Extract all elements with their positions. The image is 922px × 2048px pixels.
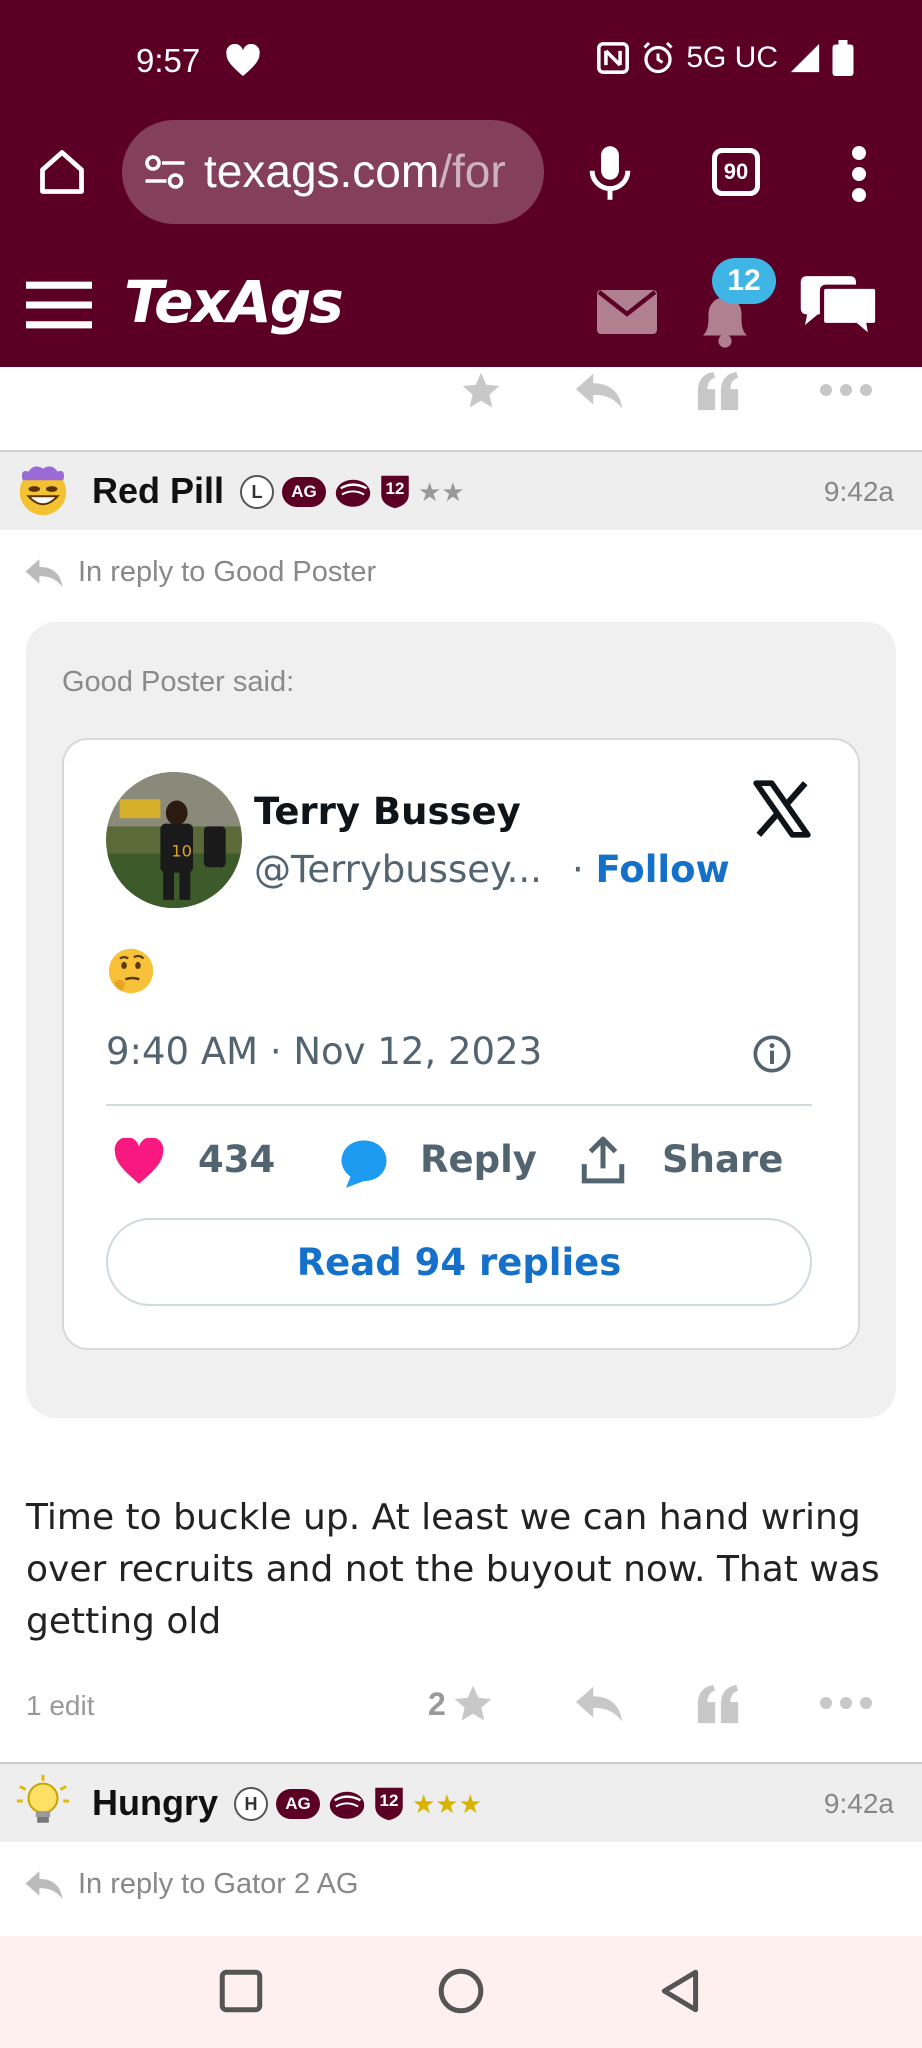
chat-icon[interactable] [796, 274, 882, 342]
reply-to[interactable]: In reply to Gator 2 AG [24, 1868, 358, 1901]
heart-icon[interactable] [112, 1138, 166, 1186]
follow-separator: · [572, 848, 584, 891]
thinking-face-emoji [108, 948, 154, 994]
status-time: 9:57 [136, 42, 201, 79]
read-replies-button[interactable]: Read 94 replies [106, 1218, 812, 1306]
reply-to-text[interactable]: In reply to Good Poster [78, 556, 376, 589]
x-logo-icon[interactable] [750, 778, 814, 840]
speech-bubble-icon[interactable] [336, 1136, 392, 1190]
url-path: /for [439, 145, 506, 197]
rating-stars: ★★ [418, 476, 465, 507]
url-host: texags.com [204, 145, 440, 197]
badge-ag: AG [282, 477, 326, 507]
nfc-icon [597, 42, 630, 74]
recents-icon[interactable] [216, 1966, 266, 2016]
badge-twelve-label: 12 [379, 1791, 399, 1810]
reply-arrow-icon[interactable] [574, 1684, 624, 1724]
more-vert-icon[interactable] [848, 146, 870, 202]
post-time[interactable]: 9:42a [824, 476, 894, 508]
follow-button[interactable]: Follow [596, 848, 730, 891]
star-button[interactable]: 2 [428, 1682, 496, 1726]
status-icons: 5G UC [596, 40, 854, 76]
star-count: 2 [428, 1685, 446, 1722]
network-label: 5G UC [686, 41, 778, 74]
home-circle-icon[interactable] [436, 1966, 486, 2016]
post-header: Red Pill L AG 12 ★★ 9:42a [0, 452, 922, 530]
badge-letter: L [240, 475, 274, 509]
top-chrome: 9:57 5G UC texags.com/for 90 TexAgs 12 [0, 0, 922, 367]
more-horiz-icon[interactable] [820, 1696, 872, 1710]
site-logo[interactable]: TexAgs [124, 268, 344, 336]
url-bar[interactable]: texags.com/for [122, 120, 544, 224]
mic-icon[interactable] [586, 144, 634, 202]
tweet-author-name[interactable]: Terry Bussey [254, 790, 521, 833]
share-icon[interactable] [578, 1134, 628, 1186]
reply-arrow-icon[interactable] [574, 371, 624, 411]
post-time[interactable]: 9:42a [824, 1788, 894, 1820]
quote-label: Good Poster said: [62, 666, 295, 698]
status-bar: 9:57 5G UC [0, 0, 922, 125]
star-icon[interactable] [458, 369, 504, 413]
badge-twelve: 12 [380, 474, 410, 510]
tweet-reply-button[interactable]: Reply [420, 1138, 537, 1181]
reply-arrow-icon [25, 1870, 63, 1899]
signal-icon [790, 43, 820, 73]
quote-icon[interactable] [696, 371, 742, 411]
user-badges: H AG 12 ★★★ [234, 1786, 482, 1822]
edit-count[interactable]: 1 edit [26, 1690, 95, 1722]
rating-stars: ★★★ [412, 1788, 482, 1819]
username[interactable]: Hungry [92, 1782, 218, 1824]
alarm-icon [643, 41, 673, 74]
browser-toolbar: texags.com/for 90 [0, 120, 922, 230]
tweet-share-button[interactable]: Share [662, 1138, 783, 1181]
prev-post-actions [0, 367, 922, 452]
tabs-button[interactable]: 90 [712, 148, 760, 196]
notification-badge[interactable]: 12 [712, 258, 776, 304]
badge-twelve: 12 [374, 1786, 404, 1822]
tweet-divider [106, 1104, 812, 1106]
more-horiz-icon[interactable] [820, 383, 872, 397]
embedded-tweet[interactable]: 10 Terry Bussey @Terrybussey... · Follow… [62, 738, 860, 1350]
reply-arrow-icon [25, 558, 63, 587]
user-avatar[interactable] [14, 460, 72, 518]
badge-ag: AG [276, 1789, 320, 1819]
lightbulb-avatar[interactable] [14, 1772, 72, 1830]
user-badges: L AG 12 ★★ [240, 474, 465, 510]
tweet-avatar[interactable]: 10 [106, 772, 242, 908]
system-nav-bar [0, 1936, 922, 2048]
quote-icon[interactable] [696, 1684, 742, 1724]
tweet-datetime[interactable]: 9:40 AM · Nov 12, 2023 [106, 1030, 542, 1073]
info-icon[interactable] [752, 1034, 792, 1074]
helmet-badge-icon [335, 479, 371, 507]
username[interactable]: Red Pill [92, 470, 224, 512]
hamburger-icon[interactable] [26, 280, 92, 330]
heart-icon [226, 44, 260, 76]
home-icon[interactable] [36, 146, 88, 198]
mail-icon[interactable] [596, 290, 658, 334]
star-icon [454, 1685, 492, 1721]
reply-to[interactable]: In reply to Good Poster [24, 556, 376, 589]
battery-icon [832, 40, 854, 76]
post-body: Time to buckle up. At least we can hand … [26, 1497, 880, 1642]
tune-icon[interactable] [144, 154, 186, 190]
site-header: TexAgs 12 [0, 250, 922, 367]
badge-letter: H [234, 1787, 268, 1821]
reply-to-text[interactable]: In reply to Gator 2 AG [78, 1868, 358, 1901]
badge-twelve-label: 12 [385, 479, 405, 498]
quote-block: Good Poster said: 10 Terry Bussey @Terry… [26, 622, 896, 1418]
post-header: Hungry H AG 12 ★★★ 9:42a [0, 1764, 922, 1842]
helmet-badge-icon [329, 1791, 365, 1819]
like-count[interactable]: 434 [198, 1138, 275, 1181]
svg-text:10: 10 [171, 841, 192, 860]
url-text[interactable]: texags.com/for [204, 144, 506, 198]
tweet-follow: · Follow [572, 848, 730, 891]
back-icon[interactable] [656, 1966, 706, 2016]
tweet-author-handle[interactable]: @Terrybussey... [254, 848, 542, 891]
